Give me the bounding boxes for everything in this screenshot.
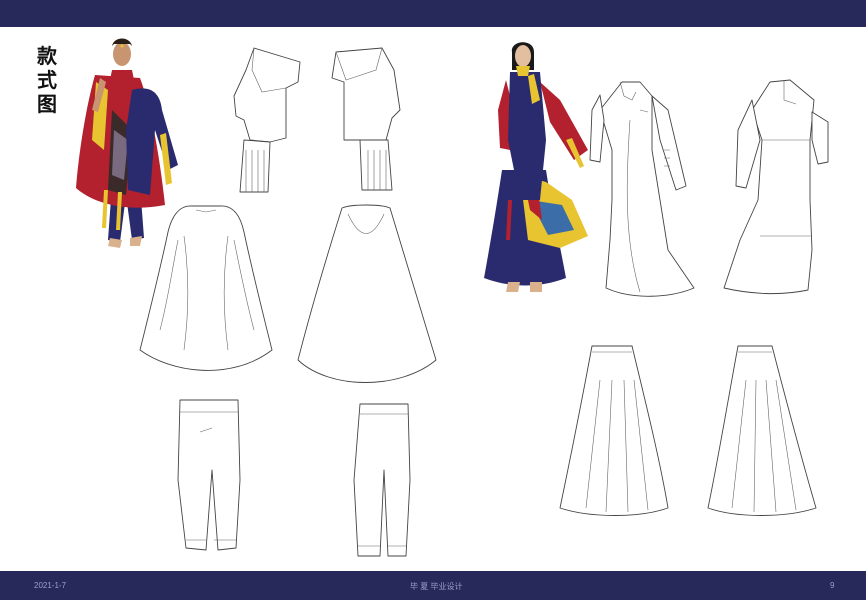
sketch-asymmetric-top-back bbox=[331, 47, 401, 191]
fashion-artwork bbox=[76, 38, 829, 557]
male-model-illustration bbox=[76, 38, 178, 248]
sketch-dress-front bbox=[589, 81, 695, 297]
sketch-cape-front bbox=[139, 205, 273, 371]
sketch-asymmetric-top-front bbox=[233, 47, 301, 193]
sketch-trousers-back bbox=[353, 403, 411, 557]
sketch-skirt-front bbox=[559, 345, 669, 516]
footer-page-number: 9 bbox=[830, 581, 835, 590]
sketch-trousers-front bbox=[177, 399, 241, 551]
footer-date: 2021-1-7 bbox=[34, 581, 67, 590]
footer-center-text: 毕 夏 毕业设计 bbox=[410, 582, 463, 591]
sketch-cape-back bbox=[297, 204, 437, 383]
sketch-dress-back bbox=[723, 79, 829, 295]
footer-bar: 2021-1-7 毕 夏 毕业设计 9 bbox=[0, 571, 866, 600]
sketch-skirt-back bbox=[707, 345, 817, 516]
female-model-illustration bbox=[484, 42, 588, 292]
